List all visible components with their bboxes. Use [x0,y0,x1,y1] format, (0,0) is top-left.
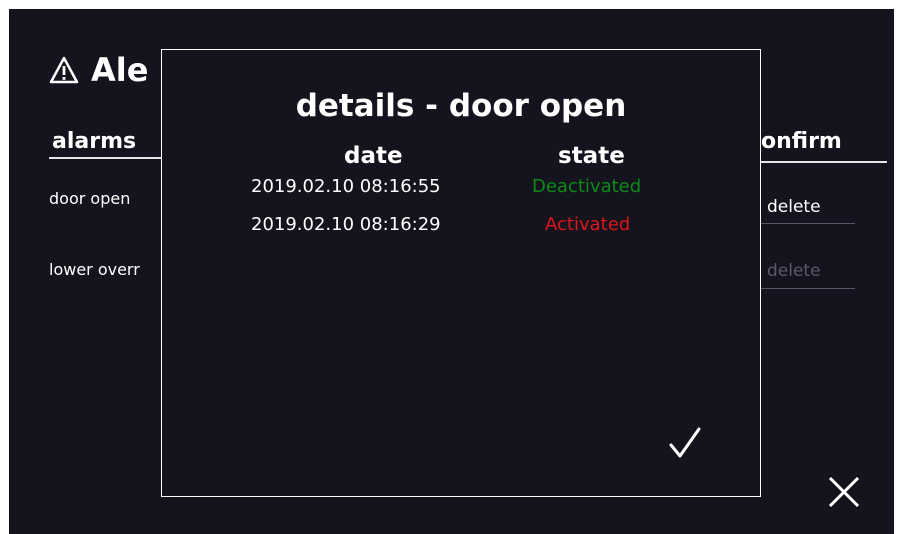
entry-state: Deactivated [532,176,642,197]
alarms-screen: Ale alarms onfirm door open lower overr … [9,9,894,534]
delete-button-lower-override[interactable]: delete [767,261,821,281]
delete-underline [761,288,855,289]
header-divider-right [761,161,887,163]
alarms-title-text: Ale [91,51,149,89]
close-icon[interactable] [827,475,861,509]
entry-state: Activated [545,214,631,235]
alarm-row-lower-override[interactable]: lower overr [49,260,140,279]
delete-button-door-open[interactable]: delete [767,197,821,217]
entry-date: 2019.02.10 08:16:55 [251,176,441,197]
alarms-column-header: alarms [52,129,137,154]
state-column-header: state [558,143,625,169]
alarms-title: Ale [49,51,148,89]
date-column-header: date [344,143,403,169]
alarm-row-door-open[interactable]: door open [49,189,130,208]
delete-underline [761,223,855,224]
warning-icon [49,56,79,84]
confirm-column-header: onfirm [761,129,842,154]
checkmark-icon[interactable] [668,426,702,460]
alarm-details-dialog: details - door open date state 2019.02.1… [161,49,761,497]
header-divider-left [49,157,161,159]
entry-date: 2019.02.10 08:16:29 [251,214,441,235]
dialog-title: details - door open [295,88,627,124]
